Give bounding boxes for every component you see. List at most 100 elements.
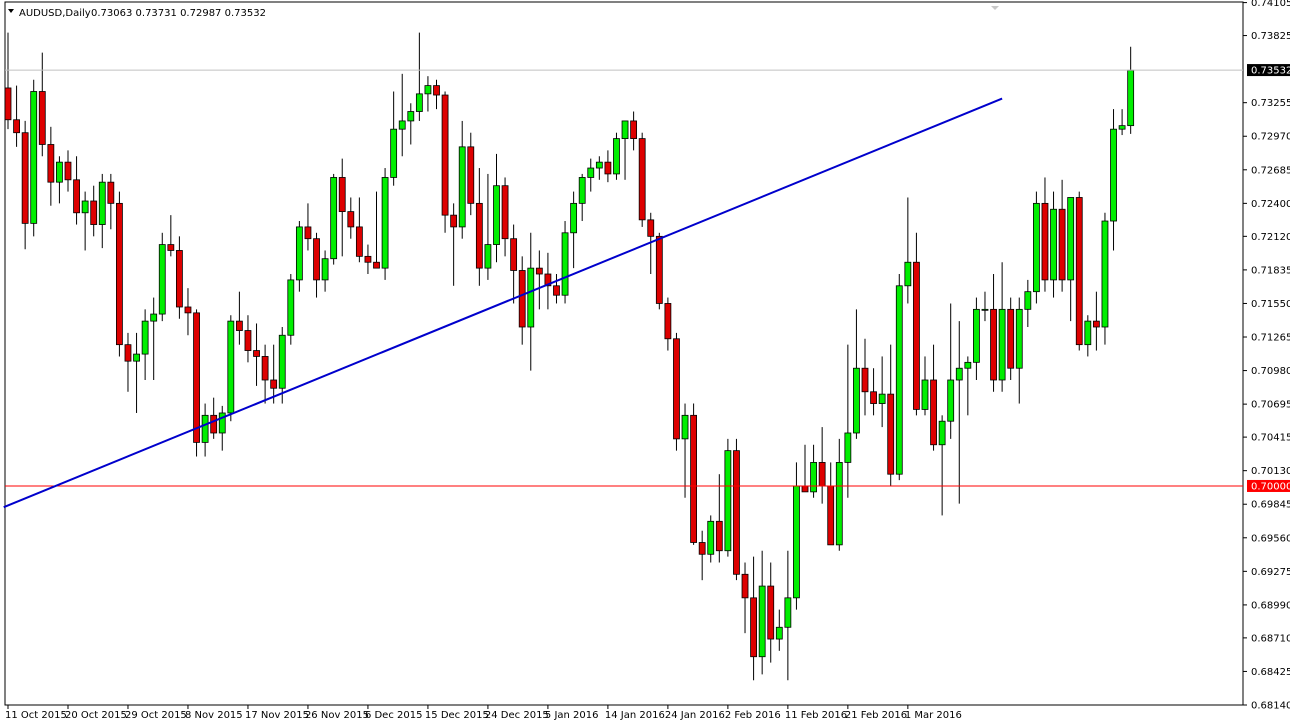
candle[interactable] xyxy=(1075,191,1083,351)
candle-body-bearish xyxy=(801,485,809,493)
candle-body-bullish xyxy=(381,177,389,269)
y-tick-label: 0.71835 xyxy=(1251,265,1290,276)
y-tick-label: 0.68140 xyxy=(1251,701,1290,712)
candle-body-bearish xyxy=(235,320,243,331)
candle[interactable] xyxy=(724,438,732,557)
candle[interactable] xyxy=(441,91,449,233)
candle[interactable] xyxy=(1007,297,1015,380)
candle-body-bullish xyxy=(150,313,158,322)
candle-body-bearish xyxy=(604,161,612,175)
candle-body-bearish xyxy=(4,87,12,121)
candle-body-bullish xyxy=(141,320,149,355)
y-tick-label: 0.68710 xyxy=(1251,633,1290,644)
candle-body-bearish xyxy=(441,94,449,216)
candle[interactable] xyxy=(638,132,646,227)
candle-body-bullish xyxy=(390,128,398,178)
y-tick-label: 0.72970 xyxy=(1251,132,1290,143)
x-tick-label: 14 Jan 2016 xyxy=(605,710,665,721)
candle-body-bullish xyxy=(1024,291,1032,310)
candle-body-bearish xyxy=(304,226,312,240)
candle-body-bullish xyxy=(835,462,843,546)
candle[interactable] xyxy=(116,191,123,357)
candle-body-bullish xyxy=(973,308,980,363)
candle-body-bullish xyxy=(278,334,286,389)
candle-body-bullish xyxy=(227,320,235,414)
candle[interactable] xyxy=(673,332,680,451)
candle-body-bullish xyxy=(1110,128,1117,222)
candle[interactable] xyxy=(895,274,903,481)
candle-body-bullish xyxy=(784,597,792,628)
candle-body-bullish xyxy=(878,393,886,404)
candle-body-bullish xyxy=(904,261,912,287)
y-tick-label: 0.72685 xyxy=(1251,165,1290,176)
candle-body-bearish xyxy=(338,177,346,213)
candle-body-bullish xyxy=(1067,197,1075,281)
candle[interactable] xyxy=(330,173,338,265)
candle-body-bearish xyxy=(827,485,835,546)
symbol-label: AUDUSD,Daily xyxy=(19,8,91,19)
y-tick-label: 0.70415 xyxy=(1251,433,1290,444)
candle-body-bearish xyxy=(647,219,655,237)
candle-body-bearish xyxy=(107,181,115,204)
candle[interactable] xyxy=(30,79,38,237)
x-tick-label: 11 Feb 2016 xyxy=(785,710,847,721)
candle-body-bearish xyxy=(313,238,320,281)
candle-body-bullish xyxy=(407,111,415,122)
y-tick-label: 0.70130 xyxy=(1251,466,1290,477)
candle-body-bullish xyxy=(681,414,689,440)
x-tick-label: 11 Oct 2015 xyxy=(5,710,67,721)
candle[interactable] xyxy=(193,309,200,457)
candle[interactable] xyxy=(733,438,740,581)
candle-body-bullish xyxy=(707,520,715,555)
candle[interactable] xyxy=(1101,212,1109,345)
candle-body-bullish xyxy=(424,85,432,95)
candle-body-bullish xyxy=(587,167,595,178)
candle-body-bearish xyxy=(750,597,757,658)
candle[interactable] xyxy=(561,221,569,304)
candle-body-bullish xyxy=(321,258,329,281)
candle-body-bearish xyxy=(38,91,46,145)
x-tick-label: 26 Nov 2015 xyxy=(305,710,369,721)
candle[interactable] xyxy=(381,168,389,280)
candle[interactable] xyxy=(158,232,166,322)
y-tick-label: 0.70695 xyxy=(1251,400,1290,411)
candle-body-bullish xyxy=(758,585,766,658)
candle-body-bullish xyxy=(964,361,972,369)
candle-body-bullish xyxy=(853,367,860,434)
candle[interactable] xyxy=(613,132,620,180)
candle-body-bullish xyxy=(810,462,817,493)
level-price-tag: 0.70000 xyxy=(1247,479,1290,492)
price-chart[interactable]: 0.74105 0.73825 0.73255 0.72970 0.72685 0.724… xyxy=(0,0,1290,727)
candle-body-bullish xyxy=(81,200,89,214)
candle-body-bullish xyxy=(895,285,903,475)
candle[interactable] xyxy=(690,403,697,545)
chart-header: AUDUSD,Daily 0.73063 0.73731 0.72987 0.7… xyxy=(8,8,266,19)
y-tick-label: 0.68425 xyxy=(1251,667,1290,678)
x-tick-label: 20 Oct 2015 xyxy=(65,710,127,721)
candle-body-bearish xyxy=(433,85,440,96)
candle-body-bearish xyxy=(887,393,895,475)
candle[interactable] xyxy=(287,274,295,345)
candle[interactable] xyxy=(227,315,235,422)
candle-body-bullish xyxy=(578,177,586,204)
candle-body-bearish xyxy=(184,306,192,314)
candle-body-bearish xyxy=(475,202,483,269)
y-tick-label: 0.68990 xyxy=(1251,600,1290,611)
candle-body-bearish xyxy=(364,255,372,263)
candle-body-bearish xyxy=(167,244,175,251)
candle-body-bullish xyxy=(955,367,963,381)
candle[interactable] xyxy=(655,232,663,310)
candle-body-bearish xyxy=(1007,308,1015,369)
candle-body-bearish xyxy=(355,226,363,257)
y-tick-label: 0.70980 xyxy=(1251,366,1290,377)
candle[interactable] xyxy=(1033,191,1040,304)
candle-body-bearish xyxy=(373,261,380,269)
candle-body-bullish xyxy=(30,91,38,224)
candle-body-bullish xyxy=(295,226,303,281)
candle-body-bullish xyxy=(724,450,732,552)
y-tick-label: 0.69275 xyxy=(1251,567,1290,578)
x-tick-label: 8 Nov 2015 xyxy=(185,710,243,721)
x-tick-label: 24 Dec 2015 xyxy=(485,710,549,721)
candle-body-bearish xyxy=(193,312,200,443)
candle-body-bullish xyxy=(1050,208,1057,281)
